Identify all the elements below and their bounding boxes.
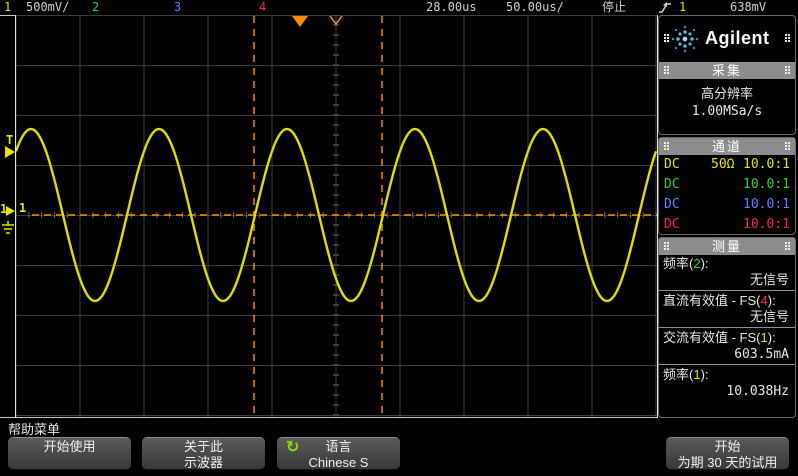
status-delay: 28.00us (426, 0, 477, 14)
channels-header[interactable]: 通道 (659, 138, 795, 155)
ch4-probe-ratio: 10.0:1 (743, 215, 790, 235)
ch1-impedance: 50Ω (711, 155, 734, 175)
status-trigger-source: 1 (679, 0, 686, 14)
oscilloscope-screen: 1 500mV/ 2 3 4 28.00us 50.00us/ 停止 1 638… (0, 0, 798, 476)
channels-grip-right[interactable] (785, 142, 787, 144)
softkey-label-line2: 示波器 (142, 455, 265, 471)
ch1-ground-marker[interactable] (6, 206, 15, 216)
meas3-pre: 交流有效值 - FS( (663, 330, 761, 345)
trigger-level-label: T (6, 133, 13, 147)
meas4-source: 1 (693, 367, 700, 382)
ch1-probe-ratio: 10.0:1 (743, 155, 790, 175)
ch3-probe-ratio: 10.0:1 (743, 195, 790, 215)
measurements-title: 测量 (712, 239, 742, 254)
measurement-label: 直流有效值 - FS(4): (659, 292, 795, 309)
softkey-label: 关于此 (184, 439, 223, 454)
measurement-value: 无信号 (659, 272, 795, 289)
status-trigger-level: 638mV (730, 0, 766, 14)
status-run-state: 停止 (602, 0, 626, 14)
softkey-label-line2: Chinese S (277, 455, 400, 471)
channels-grip-left[interactable] (664, 142, 666, 144)
help-menu-label: 帮助菜单 (8, 419, 60, 438)
meas2-post: ): (768, 293, 776, 308)
acquisition-grip-right[interactable] (785, 66, 787, 68)
softkey-getting-started[interactable]: 开始使用 (8, 437, 131, 470)
meas1-source: 2 (693, 256, 700, 271)
status-ch4-number: 4 (259, 0, 266, 14)
sample-rate: 1.00MSa/s (659, 102, 795, 119)
acquisition-panel: Agilent 采集 高分辨率 1.00MSa/s (658, 15, 796, 135)
trigger-edge-icon (658, 1, 672, 14)
ch1-coupling: DC (664, 157, 680, 172)
measurement-separator (659, 290, 795, 291)
measurement-label: 交流有效值 - FS(1): (659, 329, 795, 346)
ch1-inner-label: 1 (19, 201, 26, 215)
acquisition-mode: 高分辨率 (659, 79, 795, 102)
ch4-coupling: DC (664, 217, 680, 232)
meas4-post: ): (701, 367, 709, 382)
measurement-label: 频率(1): (659, 366, 795, 383)
graticule-svg (16, 15, 657, 417)
channels-panel: 通道 DC 50Ω 10.0:1 DC 10.0:1 DC 10.0:1 DC … (658, 137, 796, 235)
branding-block: Agilent (659, 16, 795, 62)
language-refresh-icon: ↻ (286, 440, 299, 456)
ch3-coupling: DC (664, 197, 680, 212)
measurement-value: 无信号 (659, 309, 795, 326)
softkey-label: 开始使用 (43, 439, 95, 454)
graticule-border-bottom (0, 417, 657, 418)
meas2-source: 4 (761, 293, 768, 308)
meas1-post: ): (701, 256, 709, 271)
status-timebase: 50.00us/ (506, 0, 564, 14)
ch2-probe-ratio: 10.0:1 (743, 175, 790, 195)
measurement-separator (659, 364, 795, 365)
channel-row-1[interactable]: DC 50Ω 10.0:1 (659, 155, 795, 175)
channel-row-3[interactable]: DC 10.0:1 (659, 195, 795, 215)
branding-grip-left[interactable] (664, 34, 666, 36)
channel-row-4[interactable]: DC 10.0:1 (659, 215, 795, 235)
measurement-separator (659, 327, 795, 328)
ground-symbol-icon (1, 221, 15, 234)
agilent-logo-icon (669, 23, 701, 55)
channels-title: 通道 (712, 139, 742, 154)
branding-grip-right[interactable] (785, 34, 787, 36)
brand-name: Agilent (705, 28, 770, 49)
waveform-display: 1 (16, 15, 657, 417)
softkey-start-trial[interactable]: 开始 为期 30 天的试用 (666, 437, 789, 470)
acquisition-title: 采集 (712, 63, 742, 78)
channel-row-2[interactable]: DC 10.0:1 (659, 175, 795, 195)
meas3-post: ): (768, 330, 776, 345)
acquisition-grip-left[interactable] (664, 66, 666, 68)
measurements-grip-right[interactable] (785, 242, 787, 244)
softkey-label-line2: 为期 30 天的试用 (666, 455, 789, 471)
status-ch2-number: 2 (92, 0, 99, 14)
meas2-pre: 直流有效值 - FS( (663, 293, 761, 308)
softkey-about-scope[interactable]: 关于此 示波器 (142, 437, 265, 470)
measurement-value: 10.038Hz (659, 383, 795, 400)
ch2-coupling: DC (664, 177, 680, 192)
trigger-level-marker[interactable] (5, 146, 15, 158)
status-ch1-scale: 500mV/ (26, 0, 69, 14)
measurements-panel: 测量 频率(2): 无信号 直流有效值 - FS(4): 无信号 交流有效值 -… (658, 237, 796, 418)
measurement-label: 频率(2): (659, 255, 795, 272)
status-ch3-number: 3 (174, 0, 181, 14)
softkey-label: 开始 (714, 439, 740, 454)
measurements-header[interactable]: 测量 (659, 238, 795, 255)
measurements-grip-left[interactable] (664, 242, 666, 244)
grid-layer (16, 15, 657, 417)
status-ch1-number: 1 (4, 0, 11, 14)
measurement-value: 603.5mA (659, 346, 795, 363)
meas3-source: 1 (761, 330, 768, 345)
softkey-label: 语言 (325, 439, 351, 454)
meas4-pre: 频率( (663, 367, 693, 382)
acquisition-header[interactable]: 采集 (659, 62, 795, 79)
trigger-position-marker[interactable] (292, 16, 308, 27)
meas1-pre: 频率( (663, 256, 693, 271)
softkey-language[interactable]: ↻ 语言 Chinese S (277, 437, 400, 470)
status-bar: 1 500mV/ 2 3 4 28.00us 50.00us/ 停止 1 638… (0, 0, 798, 15)
